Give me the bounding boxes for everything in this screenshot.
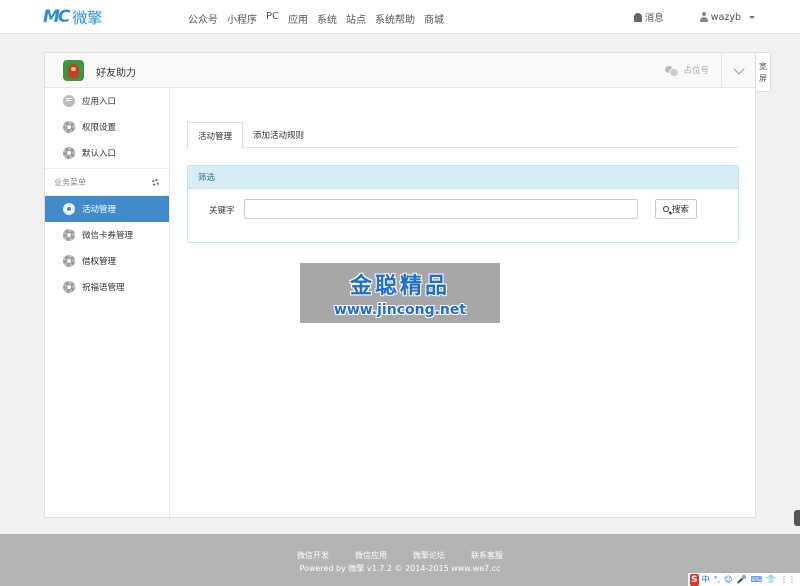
- nav-item-store[interactable]: 商城: [424, 11, 444, 26]
- chevron-down-icon: [732, 62, 745, 75]
- messages-link[interactable]: 消息: [633, 10, 664, 24]
- search-icon: [662, 206, 669, 212]
- ime-menu-icon[interactable]: ⋮⋮: [780, 575, 796, 584]
- ime-toolbar: S 中 °, ☺ 🎤 ⌨ 👕 ⋮⋮: [688, 573, 800, 586]
- gear-icon: [63, 255, 75, 267]
- ime-skin-icon[interactable]: 👕: [766, 575, 776, 584]
- account-switch[interactable]: 占位号: [665, 64, 709, 77]
- footer-links: 微信开发 微信应用 微擎论坛 联系客服: [0, 550, 800, 561]
- account-name: 占位号: [683, 66, 709, 76]
- user-menu[interactable]: wazyb: [699, 11, 755, 23]
- sidebar-item-label: 权限设置: [82, 123, 117, 133]
- tab-bar: 活动管理 添加活动规则: [187, 122, 739, 149]
- footer-link-support[interactable]: 联系客服: [471, 550, 503, 561]
- nav-item-mini-program[interactable]: 小程序: [227, 11, 257, 26]
- messages-label: 消息: [644, 13, 664, 24]
- keyword-input[interactable]: [244, 199, 638, 219]
- footer-link-forum[interactable]: 微擎论坛: [413, 550, 445, 561]
- ime-punct-toggle[interactable]: °,: [714, 575, 721, 584]
- brand-logo[interactable]: MC 微擎: [43, 6, 102, 28]
- footer-link-dev[interactable]: 微信开发: [297, 550, 329, 561]
- sidebar-item-label: 祝福语管理: [82, 283, 125, 293]
- scroll-handle[interactable]: [794, 510, 800, 526]
- sidebar-item-borrow-auth[interactable]: 借权管理: [45, 248, 169, 274]
- bell-icon: [633, 12, 642, 22]
- settings-gear-icon[interactable]: [152, 178, 159, 186]
- watermark-banner: 金聪精品 www.jincong.net: [300, 263, 500, 323]
- widescreen-toggle[interactable]: 宽屏: [756, 52, 771, 92]
- sidebar-item-permissions[interactable]: 权限设置: [45, 114, 169, 140]
- footer-link-apps[interactable]: 微信应用: [355, 550, 387, 561]
- watermark-url: www.jincong.net: [333, 302, 467, 318]
- app-name: 好友助力: [96, 68, 136, 79]
- sidebar-group-header: 业务菜单: [45, 168, 169, 196]
- tab-add-rule[interactable]: 添加活动规则: [243, 122, 314, 148]
- sidebar-item-activity-manage[interactable]: 活动管理: [45, 196, 169, 222]
- filter-title: 筛选: [188, 166, 738, 189]
- sidebar-item-wechat-card[interactable]: 微信卡券管理: [45, 222, 169, 248]
- sidebar-item-label: 活动管理: [82, 205, 117, 215]
- footer: 微信开发 微信应用 微擎论坛 联系客服 Powered by 微擎 v1.7.2…: [0, 534, 800, 586]
- wechat-icon: [665, 65, 680, 77]
- sidebar-item-label: 应用入口: [82, 97, 117, 107]
- nav-item-help[interactable]: 系统帮助: [375, 11, 415, 26]
- app-avatar-icon: [63, 60, 84, 81]
- sidebar-item-label: 微信卡券管理: [82, 231, 134, 241]
- nav-item-system[interactable]: 系统: [317, 11, 337, 26]
- sidebar: 应用入口 权限设置 默认入口 业务菜单 活动管理 微信卡券管理 借权管理 祝福语…: [45, 88, 170, 517]
- search-button[interactable]: 搜索: [655, 199, 697, 219]
- nav-item-site[interactable]: 站点: [346, 11, 366, 26]
- user-icon: [699, 12, 708, 22]
- main-nav: 公众号 小程序 PC 应用 系统 站点 系统帮助 商城: [188, 11, 453, 26]
- nav-item-official-account[interactable]: 公众号: [188, 11, 218, 26]
- ime-lang-toggle[interactable]: 中: [702, 574, 710, 585]
- search-button-label: 搜索: [671, 205, 689, 215]
- brand-mark: MC: [43, 7, 70, 27]
- filter-panel: 筛选 关键字 搜索: [187, 165, 739, 243]
- sidebar-item-default-entry[interactable]: 默认入口: [45, 140, 169, 166]
- ime-keyboard-icon[interactable]: ⌨: [750, 575, 762, 584]
- username: wazyb: [710, 11, 741, 23]
- keyword-label: 关键字: [209, 206, 235, 216]
- gear-icon: [63, 121, 75, 133]
- gear-icon: [63, 281, 75, 293]
- brand-name: 微擎: [72, 8, 103, 27]
- gear-icon: [63, 147, 75, 159]
- ime-logo-icon[interactable]: S: [690, 573, 699, 586]
- watermark-title: 金聪精品: [349, 274, 450, 299]
- sidebar-item-label: 借权管理: [82, 257, 117, 267]
- ime-voice-icon[interactable]: 🎤: [737, 575, 747, 584]
- chat-icon: [63, 95, 75, 107]
- ime-emoji-icon[interactable]: ☺: [724, 575, 732, 584]
- sidebar-item-blessing[interactable]: 祝福语管理: [45, 274, 169, 300]
- gear-icon: [63, 203, 75, 215]
- sidebar-item-app-entry[interactable]: 应用入口: [45, 88, 169, 114]
- collapse-button[interactable]: [721, 53, 755, 88]
- gear-icon: [63, 229, 75, 241]
- header-right: 消息 wazyb: [633, 10, 755, 24]
- caret-down-icon: [749, 15, 755, 19]
- sidebar-group-label: 业务菜单: [54, 177, 86, 187]
- tab-activity-manage[interactable]: 活动管理: [187, 122, 244, 149]
- panel-header: 好友助力 占位号: [45, 53, 755, 88]
- footer-copyright: Powered by 微擎 v1.7.2 © 2014-2015 www.we7…: [299, 564, 501, 573]
- nav-item-apps[interactable]: 应用: [288, 11, 308, 26]
- nav-item-pc[interactable]: PC: [266, 11, 279, 26]
- top-navbar: MC 微擎 公众号 小程序 PC 应用 系统 站点 系统帮助 商城 消息 waz…: [0, 0, 800, 34]
- sidebar-item-label: 默认入口: [82, 149, 117, 159]
